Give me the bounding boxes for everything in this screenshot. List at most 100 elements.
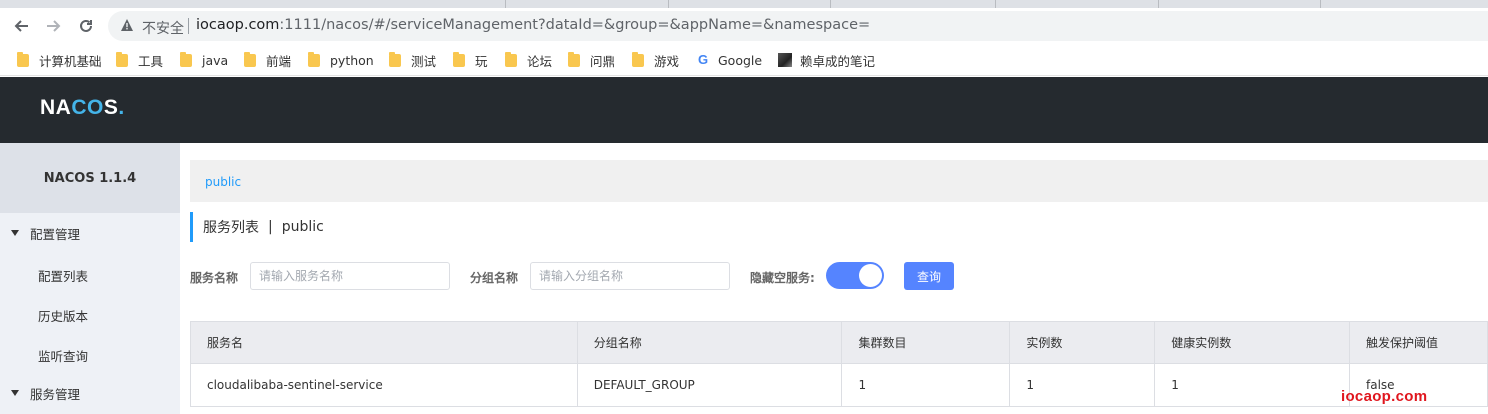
bookmark-label: java [202,52,229,68]
bookmark-label: 计算机基础 [39,53,102,69]
nacos-logo[interactable]: NACOS. [40,96,125,120]
cell-healthy-count: 1 [1154,363,1351,407]
namespace-link-public[interactable]: public [205,175,241,189]
sidebar-item-config-list[interactable]: 配置列表 [38,266,88,285]
bookmark-item[interactable]: 玩 [453,50,488,70]
google-icon: G [697,52,709,67]
folder-icon [453,51,465,67]
caret-down-icon [11,390,19,396]
query-button[interactable]: 查询 [904,262,954,290]
sidebar-item-listener-query[interactable]: 监听查询 [38,346,88,365]
warning-icon [121,19,133,31]
folder-icon [180,51,192,67]
sidebar-group-label: 服务管理 [30,386,81,402]
avatar-icon [778,53,792,67]
sidebar-item-history[interactable]: 历史版本 [38,306,88,325]
folder-icon [17,51,29,67]
folder-icon [505,51,517,67]
sidebar-title: NACOS 1.1.4 [0,143,180,213]
logo-text-o: O [87,96,104,119]
tab-divider [505,0,506,8]
insecure-label: 不安全 [142,21,184,37]
page-title-text: 服务列表 [203,220,259,236]
bookmark-item[interactable]: java [180,50,228,70]
tab-divider [668,0,669,8]
logo-text: NA [40,96,72,119]
bookmark-item[interactable]: 论坛 [505,50,552,70]
bookmark-item[interactable]: 前端 [244,50,291,70]
browser-tab-strip [0,0,1488,8]
cell-group-name: DEFAULT_GROUP [576,363,843,407]
app-header: NACOS. [0,77,1488,143]
service-name-input[interactable] [250,262,450,290]
folder-icon [244,51,256,67]
tab-divider [830,0,831,8]
column-header: 服务名 [190,321,578,364]
group-name-label: 分组名称 [470,271,519,285]
column-header: 集群数目 [841,321,1011,364]
page-title: 服务列表 | public [190,212,324,242]
bookmark-label: python [330,52,374,68]
column-header: 实例数 [1009,321,1156,364]
namespace-bar: public [190,160,1488,202]
url-host: iocaop.com [196,17,280,33]
address-bar[interactable]: 不安全 iocaop.com:1111/nacos/#/serviceManag… [108,11,1488,41]
url-text: iocaop.com:1111/nacos/#/serviceManagemen… [196,17,870,33]
bookmarks-bar: 计算机基础 工具 java 前端 python 测试 玩 论坛 问鼎 游戏 GG… [0,44,1488,76]
column-header: 健康实例数 [1154,321,1351,364]
page-title-namespace: public [281,219,324,235]
tab-divider [1320,0,1321,8]
folder-icon [632,51,644,67]
bookmark-item[interactable]: 问鼎 [568,50,615,70]
table-header-row: 服务名 分组名称 集群数目 实例数 健康实例数 触发保护阈值 [190,321,1488,364]
bookmark-item[interactable]: 测试 [389,50,436,70]
column-header: 触发保护阈值 [1349,321,1488,364]
sidebar-group-label: 配置管理 [30,226,81,242]
bookmark-item[interactable]: 游戏 [632,50,679,70]
bookmark-item[interactable]: 计算机基础 [17,50,102,70]
bookmark-item[interactable]: G Google [696,50,762,70]
sidebar-group-service[interactable]: 服务管理 [0,373,180,413]
bookmark-label: Google [718,52,763,68]
bookmark-label: 玩 [475,53,488,69]
logo-text-s: S [103,96,119,119]
toggle-knob [859,264,882,287]
table-row[interactable]: cloudalibaba-sentinel-service DEFAULT_GR… [190,363,1488,407]
omnibox-separator [188,18,189,34]
back-icon[interactable] [10,15,32,37]
bookmark-label: 论坛 [527,53,553,69]
page-title-separator: | [268,219,273,235]
browser-toolbar: 不安全 iocaop.com:1111/nacos/#/serviceManag… [0,8,1488,44]
hide-empty-label: 隐藏空服务: [750,271,815,285]
hide-empty-toggle[interactable] [826,262,884,289]
folder-icon [308,51,320,67]
cell-cluster-count: 1 [841,363,1011,407]
caret-down-icon [11,230,19,236]
group-name-input[interactable] [530,262,730,290]
column-header: 分组名称 [576,321,843,364]
folder-icon [116,51,128,67]
folder-icon [568,51,580,67]
bookmark-label: 测试 [411,53,437,69]
logo-dot: . [118,96,125,119]
bookmark-item[interactable]: 赖卓成的笔记 [778,50,875,70]
url-path: :1111/nacos/#/serviceManagement?dataId=&… [279,17,871,33]
cell-instance-count: 1 [1009,363,1156,407]
service-table: 服务名 分组名称 集群数目 实例数 健康实例数 触发保护阈值 cloudalib… [190,321,1488,407]
sidebar-group-config[interactable]: 配置管理 [0,213,180,253]
watermark-text: iocaop.com [1341,388,1428,405]
folder-icon [389,51,401,67]
logo-text-c: C [71,96,88,119]
bookmark-label: 工具 [138,53,164,69]
bookmark-label: 前端 [266,53,292,69]
tab-divider [1158,0,1159,8]
reload-icon[interactable] [75,15,97,37]
bookmark-item[interactable]: python [308,50,374,70]
cell-service-name: cloudalibaba-sentinel-service [190,363,578,407]
tab-divider [995,0,996,8]
sidebar: NACOS 1.1.4 配置管理 配置列表 历史版本 监听查询 服务管理 [0,143,180,414]
bookmark-label: 赖卓成的笔记 [800,53,876,69]
forward-icon[interactable] [43,15,65,37]
bookmark-item[interactable]: 工具 [116,50,163,70]
bookmark-label: 游戏 [654,53,680,69]
